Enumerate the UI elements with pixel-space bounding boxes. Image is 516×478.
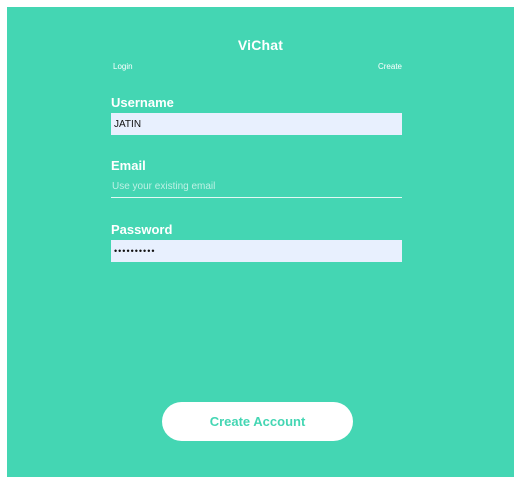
username-label: Username	[111, 95, 174, 110]
app-panel: ViChat Login Create Username Email Passw…	[7, 7, 514, 477]
email-label: Email	[111, 158, 146, 173]
password-label: Password	[111, 222, 173, 237]
create-account-button[interactable]: Create Account	[162, 402, 353, 441]
email-input[interactable]	[111, 176, 402, 198]
username-input[interactable]	[111, 113, 402, 135]
app-title: ViChat	[237, 37, 284, 53]
password-input[interactable]	[111, 240, 402, 262]
tab-create[interactable]: Create	[378, 62, 402, 71]
tab-login[interactable]: Login	[113, 62, 133, 71]
